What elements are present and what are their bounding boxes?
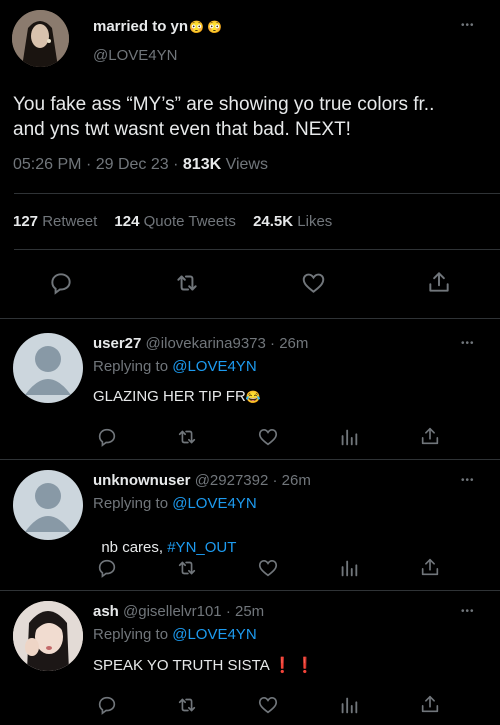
quote-count: 124 — [114, 213, 140, 230]
views-count[interactable]: 813K — [183, 156, 221, 173]
reply-separator: · — [225, 603, 231, 620]
reply-author-handle[interactable]: @gisellelvr101 — [123, 603, 222, 620]
tweet-date: 29 Dec 23 — [95, 156, 169, 173]
reply-text-content: nb cares, — [101, 539, 168, 556]
like-icon[interactable] — [257, 426, 279, 448]
reply-author-name[interactable]: ash — [93, 603, 119, 620]
reply-avatar-photo[interactable] — [13, 601, 83, 671]
replying-to-handle[interactable]: @LOVE4YN — [172, 358, 256, 375]
reply-text-content: GLAZING HER TIP FR — [93, 388, 246, 405]
quote-stat[interactable]: 124 Quote Tweets — [114, 213, 235, 230]
reply-icon[interactable] — [96, 557, 118, 579]
reply-separator: · — [272, 472, 278, 489]
reply-icon[interactable] — [96, 694, 118, 716]
analytics-icon[interactable] — [338, 694, 360, 716]
reply-text: GLAZING HER TIP FR😂 — [93, 388, 261, 405]
replying-to: Replying to @LOVE4YN — [93, 495, 257, 512]
reply-more-icon[interactable]: ••• — [461, 475, 475, 486]
reply-separator: · — [270, 335, 276, 352]
more-options-icon[interactable]: ••• — [461, 20, 475, 31]
views-label: Views — [225, 156, 268, 173]
retweet-stat[interactable]: 127 Retweet — [13, 213, 97, 230]
divider — [0, 590, 500, 591]
reply-text: SPEAK YO TRUTH SISTA ❗ ❗ — [93, 656, 315, 674]
replying-to-handle[interactable]: @LOVE4YN — [172, 626, 256, 643]
replying-to-handle[interactable]: @LOVE4YN — [172, 495, 256, 512]
share-icon[interactable] — [419, 425, 441, 447]
share-icon[interactable] — [419, 693, 441, 715]
divider — [0, 459, 500, 460]
replying-label: Replying to — [93, 358, 169, 375]
like-icon[interactable] — [257, 557, 279, 579]
like-icon[interactable] — [257, 694, 279, 716]
like-icon[interactable] — [300, 270, 327, 296]
share-icon[interactable] — [426, 269, 452, 295]
reply-time[interactable]: 25m — [235, 603, 264, 620]
reply-avatar-default[interactable] — [13, 470, 83, 540]
reply-avatar-default[interactable] — [13, 333, 83, 403]
hashtag-link[interactable]: #YN_OUT — [167, 539, 236, 556]
reply-header: unknownuser @2927392 · 26m — [93, 472, 311, 489]
reply-icon[interactable] — [96, 426, 118, 448]
reply-header: ash @gisellelvr101 · 25m — [93, 603, 264, 620]
reply-time[interactable]: 26m — [282, 472, 311, 489]
reply-author-name[interactable]: unknownuser — [93, 472, 191, 489]
name-emojis: 😳 😳 — [189, 20, 223, 34]
tweet-time: 05:26 PM — [13, 156, 82, 173]
analytics-icon[interactable] — [338, 557, 360, 579]
divider — [14, 193, 500, 194]
reply-author-name[interactable]: user27 — [93, 335, 141, 352]
replying-to: Replying to @LOVE4YN — [93, 626, 257, 643]
likes-count: 24.5K — [253, 213, 294, 230]
retweet-icon[interactable] — [176, 557, 198, 579]
reply-emoji: ❗ ❗ — [273, 657, 315, 674]
meta-separator: · — [173, 156, 179, 173]
replying-label: Replying to — [93, 495, 169, 512]
tweet-text-line-1: You fake ass “MY’s” are showing yo true … — [13, 94, 435, 115]
retweet-icon[interactable] — [176, 694, 198, 716]
tweet-text-line-2: and yns twt wasnt even that bad. NEXT! — [13, 119, 351, 140]
reply-author-handle[interactable]: @ilovekarina9373 — [146, 335, 266, 352]
reply-icon[interactable] — [48, 270, 74, 296]
retweet-label: Retweet — [42, 213, 98, 230]
replying-label: Replying to — [93, 626, 169, 643]
retweet-icon[interactable] — [174, 270, 200, 296]
author-display-name[interactable]: married to yn — [93, 18, 188, 35]
replying-to: Replying to @LOVE4YN — [93, 358, 257, 375]
quote-label: Quote Tweets — [143, 213, 236, 230]
author-handle[interactable]: @LOVE4YN — [93, 47, 177, 64]
meta-separator: · — [85, 156, 92, 173]
divider — [0, 318, 500, 319]
reply-author-handle[interactable]: @2927392 — [195, 472, 269, 489]
tweet-text: You fake ass “MY’s” are showing yo true … — [13, 92, 434, 142]
reply-text-content: SPEAK YO TRUTH SISTA — [93, 657, 269, 674]
reply-more-icon[interactable]: ••• — [461, 606, 475, 617]
likes-label: Likes — [297, 213, 333, 230]
likes-stat[interactable]: 24.5K Likes — [253, 213, 332, 230]
analytics-icon[interactable] — [338, 426, 360, 448]
reply-more-icon[interactable]: ••• — [461, 338, 475, 349]
tweet-meta: 05:26 PM · 29 Dec 23 · 813K Views — [13, 156, 268, 174]
reply-header: user27 @ilovekarina9373 · 26m — [93, 335, 308, 352]
reply-text: nb cares, #YN_OUT — [93, 522, 236, 556]
divider — [14, 249, 500, 250]
share-icon[interactable] — [419, 556, 441, 578]
reply-emoji: 😂 — [245, 390, 261, 404]
engagement-stats: 127 Retweet 124 Quote Tweets 24.5K Likes — [13, 213, 332, 230]
retweet-count: 127 — [13, 213, 39, 230]
author-avatar[interactable] — [12, 10, 69, 67]
retweet-icon[interactable] — [176, 426, 198, 448]
reply-time[interactable]: 26m — [279, 335, 308, 352]
